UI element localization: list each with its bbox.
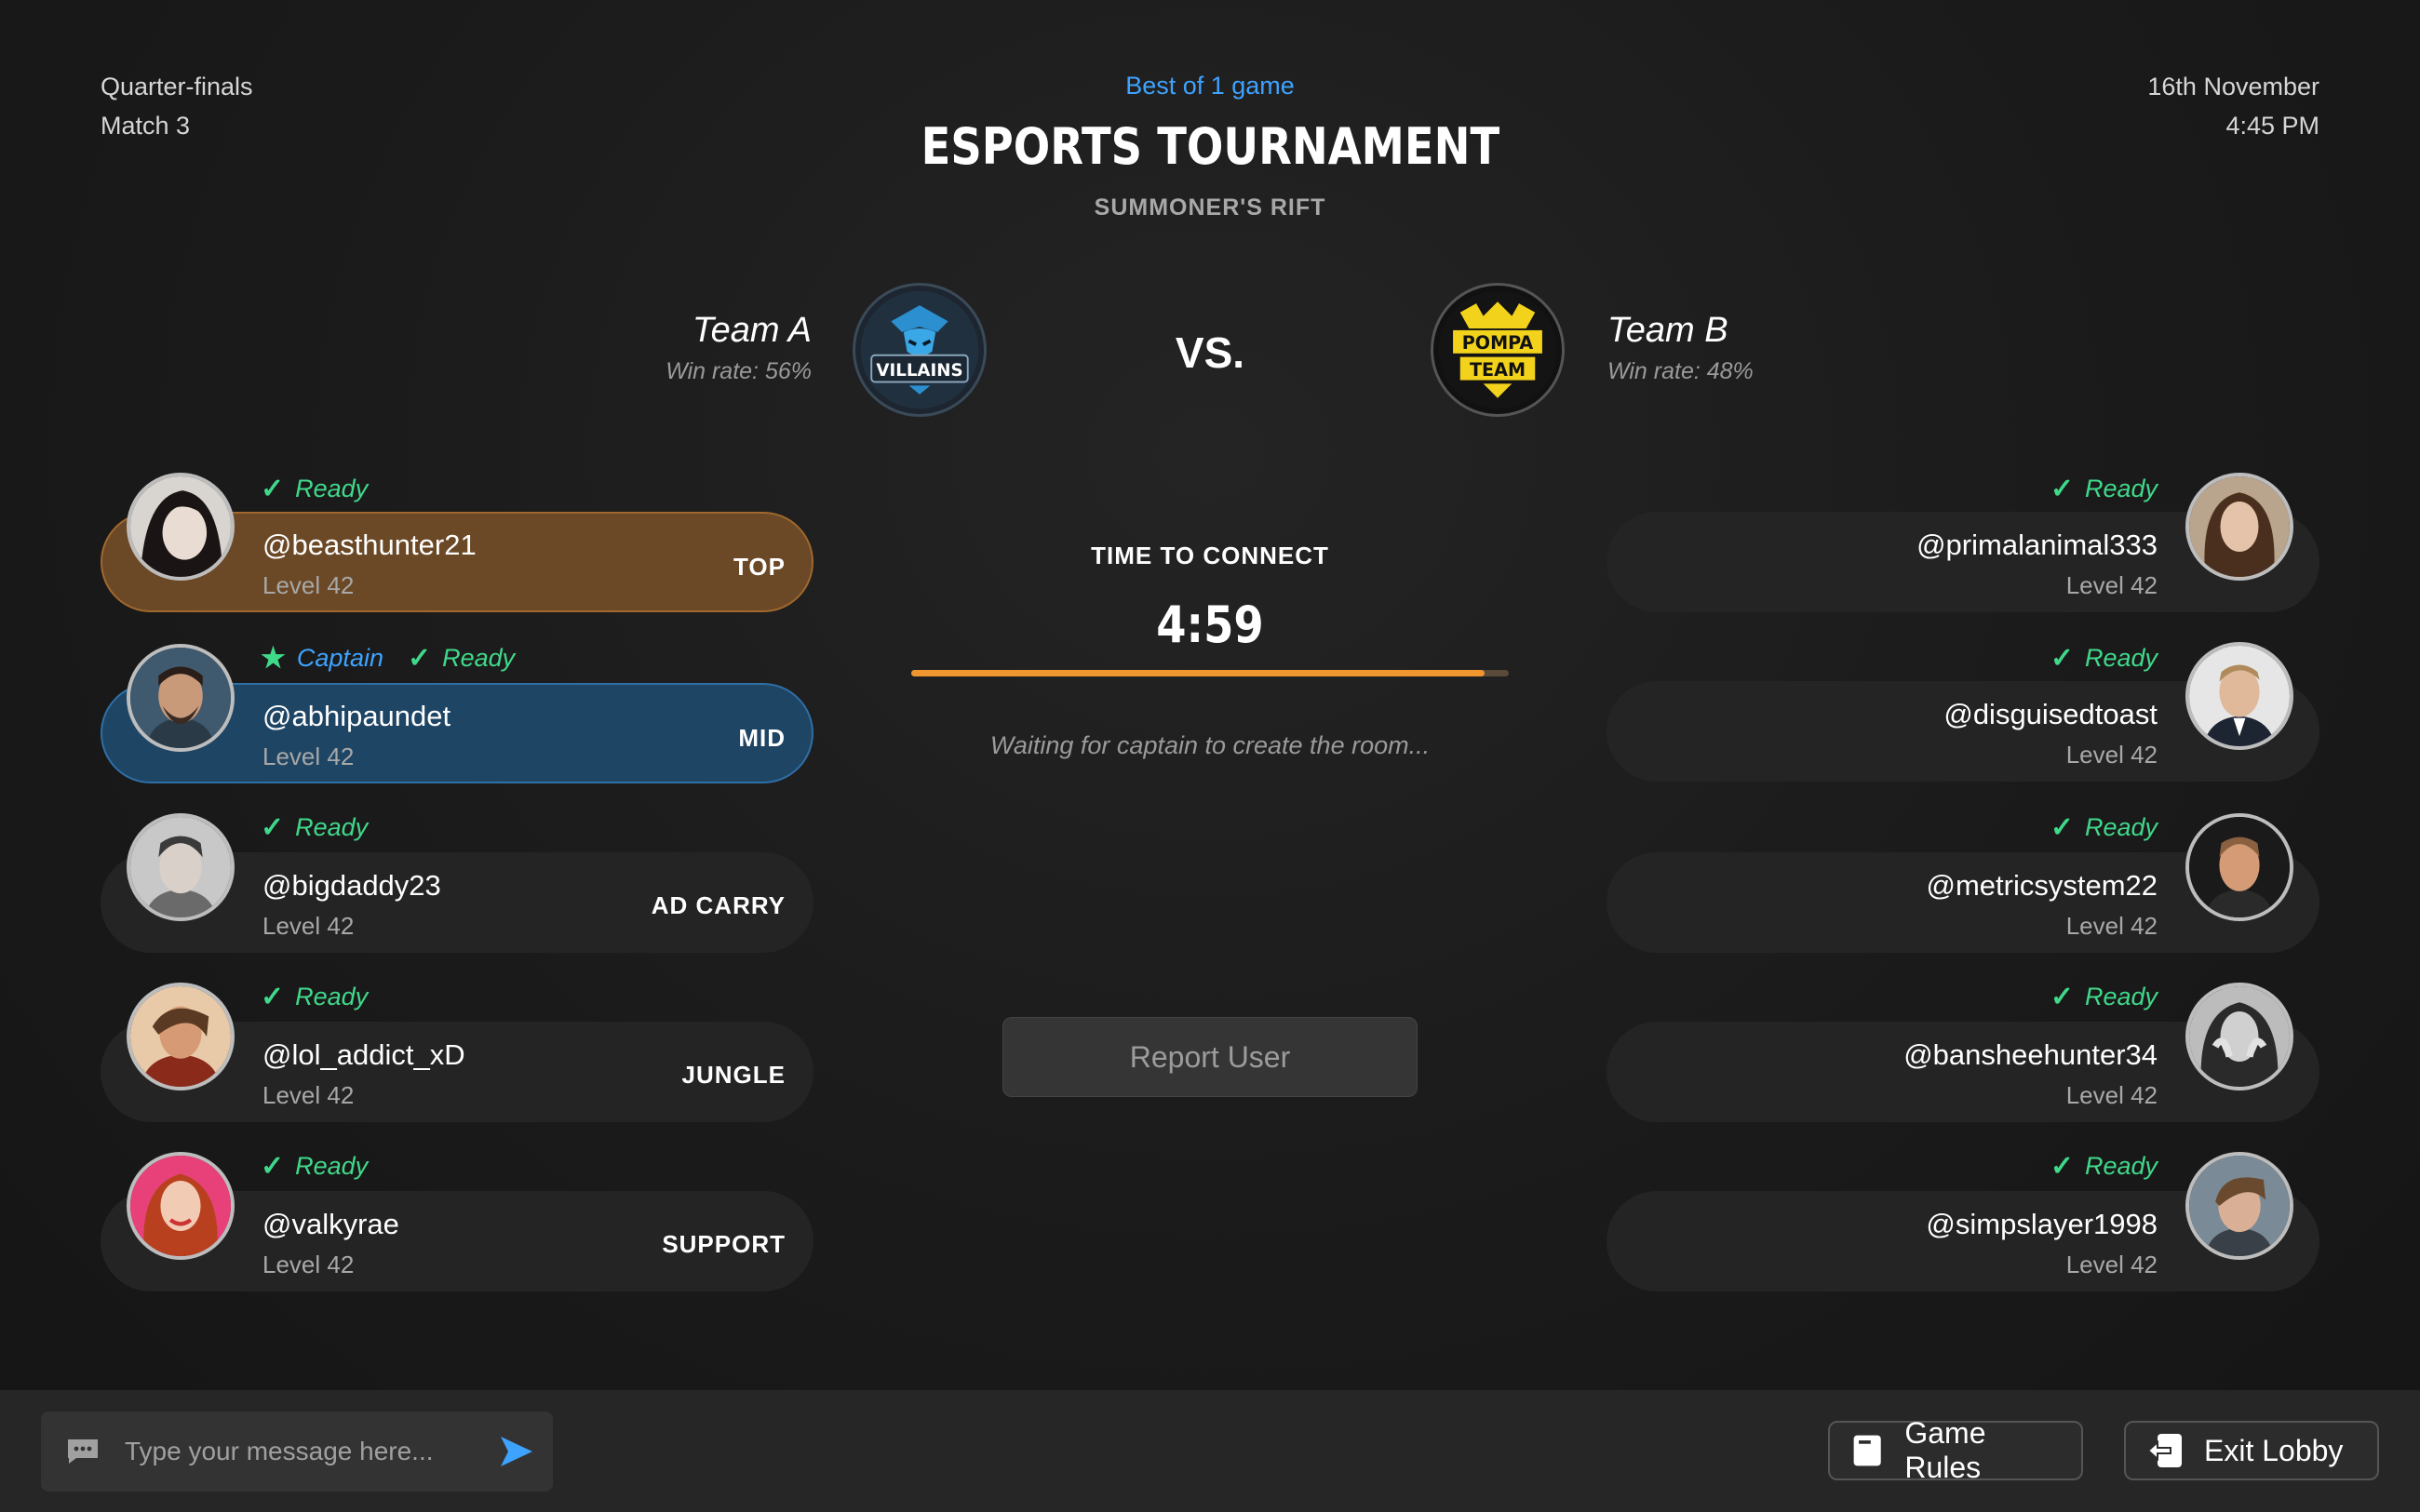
match-date: 16th November [2147, 73, 2319, 100]
message-input[interactable] [123, 1436, 497, 1467]
player-level: Level 42 [2065, 1081, 2158, 1109]
team-b-logo: POMPA TEAM [1431, 283, 1565, 417]
game-rules-label: Game Rules [1904, 1416, 1986, 1484]
player-level: Level 42 [2065, 1251, 2158, 1278]
avatar[interactable] [127, 983, 235, 1091]
avatar[interactable] [2185, 473, 2293, 581]
ready-status: ✓ Ready [261, 474, 369, 504]
check-icon: ✓ [2050, 982, 2074, 1012]
player-username: @beasthunter21 [262, 529, 477, 561]
player-username: @primalanimal333 [1916, 529, 2158, 561]
check-icon: ✓ [407, 643, 432, 674]
countdown-timer: 4:59 [1156, 595, 1264, 654]
check-icon: ✓ [261, 474, 285, 504]
ready-status: ✓ Ready [2050, 474, 2158, 504]
player-username: @bansheehunter34 [1903, 1038, 2158, 1071]
team-a-win-rate: Win rate: 56% [666, 358, 812, 384]
check-icon: ✓ [261, 982, 285, 1012]
time-to-connect-label: TIME TO CONNECT [1091, 542, 1329, 569]
player-username: @bigdaddy23 [262, 869, 441, 902]
team-b-win-rate: Win rate: 48% [1607, 358, 1754, 384]
game-rules-button[interactable]: Game Rules [1828, 1416, 2083, 1484]
chat-bubble-icon [68, 1439, 98, 1464]
document-icon [1853, 1435, 1881, 1466]
send-arrow-icon[interactable] [497, 1433, 534, 1470]
ready-status: ✓ Ready [261, 1151, 369, 1182]
player-level: Level 42 [2065, 571, 2158, 599]
svg-text:TEAM: TEAM [1470, 359, 1526, 381]
player-role: AD CARRY [651, 891, 786, 919]
player-level: Level 42 [262, 1251, 355, 1278]
player-username: @metricsystem22 [1926, 869, 2158, 902]
ready-status: ✓ Ready [2050, 643, 2158, 674]
check-icon: ✓ [2050, 474, 2074, 504]
star-icon: ★ [261, 643, 286, 674]
player-username: @valkyrae [262, 1208, 399, 1240]
team-a-logo: VILLAINS [853, 283, 987, 417]
team-b-info: Team B Win rate: 48% [1607, 311, 1754, 385]
avatar[interactable] [2185, 642, 2293, 750]
player-level: Level 42 [2065, 912, 2158, 940]
progress-fill [911, 670, 1486, 676]
player-level: Level 42 [262, 912, 355, 940]
player-username: @simpslayer1998 [1926, 1208, 2158, 1240]
avatar[interactable] [2185, 983, 2293, 1091]
player-level: Level 42 [262, 1081, 355, 1109]
check-icon: ✓ [2050, 812, 2074, 843]
player-role: TOP [733, 553, 786, 581]
player-role: MID [738, 724, 786, 752]
player-username: @abhipaundet [262, 700, 451, 732]
svg-text:POMPA: POMPA [1462, 332, 1534, 354]
match-time: 4:45 PM [2225, 112, 2319, 140]
svg-text:VILLAINS: VILLAINS [876, 361, 962, 381]
avatar[interactable] [127, 1152, 235, 1260]
team-b-name: Team B [1607, 311, 1728, 350]
versus-label: VS. [1175, 328, 1245, 377]
player-role: JUNGLE [681, 1061, 786, 1089]
ready-status: ✓ Ready [2050, 812, 2158, 843]
player-username: @lol_addict_xD [262, 1038, 465, 1071]
exit-lobby-button[interactable]: Exit Lobby [2124, 1421, 2379, 1480]
exit-lobby-label: Exit Lobby [2204, 1433, 2344, 1467]
check-icon: ✓ [261, 1151, 285, 1182]
exit-arrow-icon [2146, 1434, 2182, 1467]
avatar[interactable] [2185, 813, 2293, 921]
player-username: @disguisedtoast [1943, 698, 2158, 730]
waiting-message: Waiting for captain to create the room..… [989, 731, 1431, 759]
team-a-name: Team A [692, 311, 812, 350]
best-of-label: Best of 1 game [1125, 72, 1295, 100]
team-a-info: Team A Win rate: 56% [666, 311, 812, 385]
check-icon: ✓ [2050, 643, 2074, 674]
ready-status: ✓ Ready [261, 982, 369, 1012]
connect-progress-bar [911, 670, 1509, 676]
check-icon: ✓ [2050, 1151, 2074, 1182]
check-icon: ✓ [261, 812, 285, 843]
avatar[interactable] [127, 473, 235, 581]
title-block: Best of 1 game ESPORTS TOURNAMENT SUMMON… [0, 67, 2420, 221]
player-status: ★ Captain ✓ Ready [261, 642, 515, 675]
map-name: SUMMONER'S RIFT [1094, 194, 1326, 221]
player-level: Level 42 [262, 743, 355, 770]
ready-status: Ready [442, 644, 516, 672]
ready-status: ✓ Ready [2050, 1151, 2158, 1182]
page-title: ESPORTS TOURNAMENT [921, 117, 1499, 176]
ready-status: ✓ Ready [261, 812, 369, 843]
schedule-info: 16th November 4:45 PM [2147, 67, 2319, 145]
avatar[interactable] [2185, 1152, 2293, 1260]
report-user-button[interactable]: Report User [1002, 1017, 1418, 1097]
ready-status: ✓ Ready [2050, 982, 2158, 1012]
player-role: SUPPORT [662, 1230, 786, 1258]
player-level: Level 42 [2065, 741, 2158, 769]
captain-badge: Captain [296, 644, 383, 672]
avatar[interactable] [127, 644, 235, 752]
player-level: Level 42 [262, 571, 355, 599]
avatar[interactable] [127, 813, 235, 921]
chat-composer [41, 1412, 553, 1492]
